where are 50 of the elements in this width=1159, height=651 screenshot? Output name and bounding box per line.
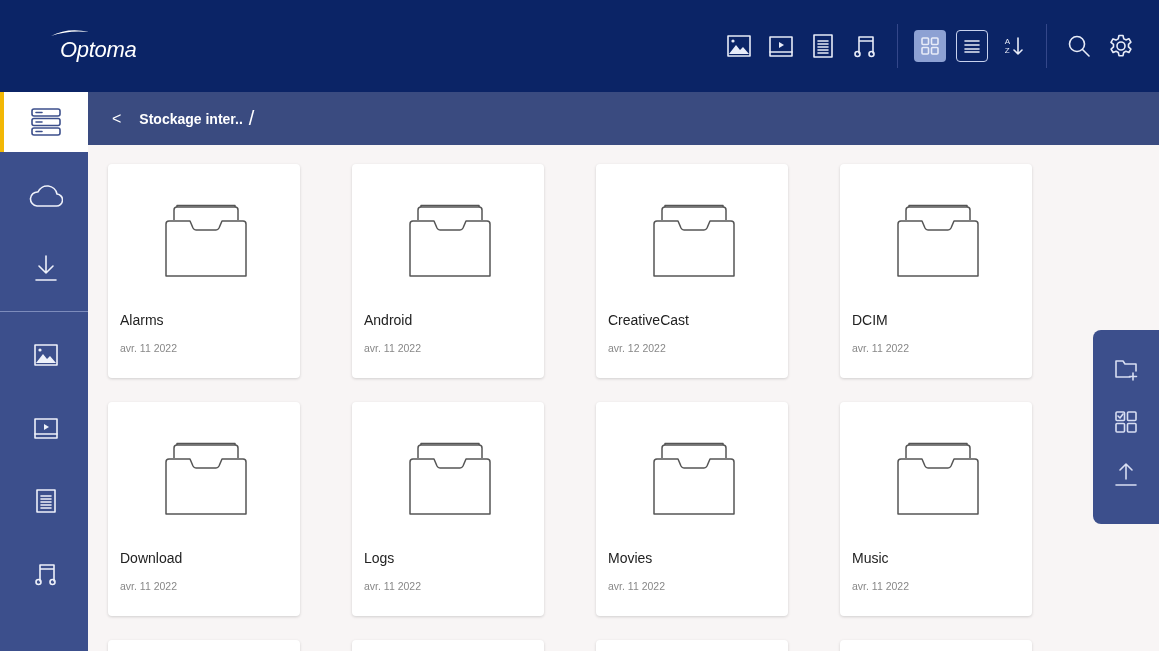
folder-date: avr. 11 2022 (364, 580, 422, 592)
grid-icon (921, 37, 939, 55)
image-icon (727, 35, 751, 57)
folder-date: avr. 11 2022 (364, 342, 422, 354)
document-icon (36, 489, 56, 513)
folder-card[interactable]: Logs avr. 11 2022 (352, 402, 544, 616)
folder-card[interactable]: Android avr. 11 2022 (352, 164, 544, 378)
folder-card[interactable]: CreativeCast avr. 12 2022 (596, 164, 788, 378)
folder-name: Alarms (120, 312, 164, 328)
folder-date: avr. 11 2022 (852, 342, 910, 354)
folder-card[interactable]: Alarms avr. 11 2022 (108, 164, 300, 378)
folder-date: avr. 11 2022 (120, 580, 178, 592)
list-icon (964, 39, 980, 53)
settings-icon (1108, 33, 1134, 59)
folder-name: DCIM (852, 312, 888, 328)
download-icon (34, 254, 58, 282)
folder-name: Android (364, 312, 413, 328)
list-view-button[interactable] (956, 30, 988, 62)
select-all-icon (1115, 411, 1137, 433)
cloud-icon (29, 183, 63, 207)
storage-tab[interactable] (0, 92, 88, 152)
image-icon (34, 344, 58, 366)
music-icon (854, 34, 876, 58)
search-icon (1068, 35, 1090, 57)
video-icon (34, 417, 58, 439)
breadcrumb-separator: / (248, 107, 255, 130)
folder-date: avr. 12 2022 (608, 342, 666, 354)
back-button[interactable]: < (108, 109, 126, 128)
music-icon (35, 562, 57, 586)
folder-card[interactable]: Download avr. 11 2022 (108, 402, 300, 616)
folder-card[interactable]: Music avr. 11 2022 (840, 402, 1032, 616)
folder-card[interactable]: DCIM avr. 11 2022 (840, 164, 1032, 378)
video-icon (769, 35, 793, 57)
folder-date: avr. 11 2022 (608, 580, 666, 592)
logo-text: Optoma (60, 37, 137, 63)
down-arrow-icon (1013, 37, 1024, 55)
upload-icon (1114, 461, 1138, 487)
document-icon (813, 34, 833, 58)
folder-date: avr. 11 2022 (120, 342, 178, 354)
folder-name: Download (120, 550, 183, 566)
folder-name: Logs (364, 550, 395, 566)
folder-name: Music (852, 550, 889, 566)
folder-date: avr. 11 2022 (852, 580, 910, 592)
new-folder-icon (1114, 359, 1138, 381)
sort-button[interactable]: A Z (998, 30, 1030, 62)
breadcrumb-path[interactable]: Stockage inter.. (139, 110, 243, 127)
folder-name: Movies (608, 550, 653, 566)
folder-card[interactable]: Movies avr. 11 2022 (596, 402, 788, 616)
storage-icon (31, 108, 61, 136)
folder-name: CreativeCast (608, 312, 689, 328)
